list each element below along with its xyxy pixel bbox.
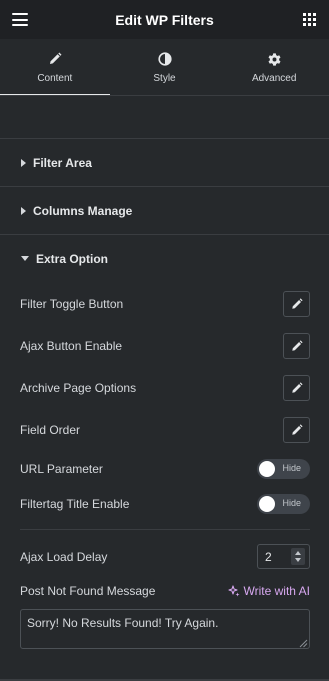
control-label: URL Parameter — [20, 462, 103, 476]
divider — [20, 529, 310, 530]
pencil-icon — [48, 51, 62, 67]
url-parameter-row: URL Parameter Hide — [20, 459, 310, 479]
caret-right-icon — [21, 206, 26, 215]
section-columns-manage[interactable]: Columns Manage — [0, 186, 329, 234]
ajax-button-enable-row: Ajax Button Enable — [20, 333, 310, 359]
edit-button[interactable] — [283, 375, 310, 401]
section-title: Columns Manage — [33, 203, 133, 218]
filtertag-title-toggle[interactable]: Hide — [257, 494, 310, 514]
panel-tabs: Content Style Advanced — [0, 39, 329, 96]
section-extra-option[interactable]: Extra Option — [0, 234, 329, 282]
pencil-icon — [291, 382, 303, 393]
control-label: Filter Toggle Button — [20, 297, 124, 311]
filter-toggle-button-row: Filter Toggle Button — [20, 291, 310, 317]
control-label: Ajax Load Delay — [20, 549, 108, 564]
apps-grid-icon[interactable] — [303, 13, 316, 26]
tab-advanced[interactable]: Advanced — [219, 39, 329, 96]
hamburger-menu-icon[interactable] — [12, 13, 28, 26]
post-not-found-row: Post Not Found Message Write with AI — [20, 584, 310, 598]
control-label: Filtertag Title Enable — [20, 497, 130, 511]
top-bar: Edit WP Filters — [0, 0, 329, 39]
toggle-knob — [259, 461, 275, 477]
tab-label: Style — [153, 73, 176, 84]
tab-label: Advanced — [251, 73, 297, 84]
ajax-load-delay-input[interactable]: 2 — [257, 544, 310, 569]
archive-page-options-row: Archive Page Options — [20, 375, 310, 401]
gear-icon — [267, 51, 282, 67]
post-not-found-message-textarea[interactable]: Sorry! No Results Found! Try Again. — [20, 609, 310, 649]
edit-button[interactable] — [283, 291, 310, 317]
pencil-icon — [291, 340, 303, 351]
ajax-load-delay-row: Ajax Load Delay 2 — [20, 544, 310, 569]
chevron-up-icon — [295, 551, 301, 555]
pencil-icon — [291, 298, 303, 309]
control-label: Ajax Button Enable — [20, 339, 123, 353]
toggle-knob — [259, 496, 275, 512]
toggle-state-label: Hide — [282, 463, 301, 473]
number-value: 2 — [265, 549, 272, 564]
caret-down-icon — [21, 256, 29, 261]
filtertag-title-enable-row: Filtertag Title Enable Hide — [20, 494, 310, 514]
caret-right-icon — [21, 158, 26, 167]
panel-title: Edit WP Filters — [115, 11, 214, 28]
pencil-icon — [291, 424, 303, 435]
half-circle-icon — [157, 51, 172, 67]
control-label: Post Not Found Message — [20, 584, 156, 598]
section-title: Extra Option — [36, 251, 109, 266]
tab-label: Content — [37, 73, 73, 84]
section-filter-area[interactable]: Filter Area — [0, 138, 329, 186]
control-label: Field Order — [20, 423, 81, 437]
edit-button[interactable] — [283, 333, 310, 359]
sparkle-icon — [227, 585, 240, 597]
toggle-state-label: Hide — [282, 498, 301, 508]
write-with-ai-button[interactable]: Write with AI — [227, 584, 310, 598]
edit-button[interactable] — [283, 417, 310, 443]
section-title: Filter Area — [33, 155, 92, 170]
field-order-row: Field Order — [20, 417, 310, 443]
url-parameter-toggle[interactable]: Hide — [257, 459, 310, 479]
number-spinner[interactable] — [291, 548, 305, 565]
tab-content[interactable]: Content — [0, 39, 110, 96]
ai-link-label: Write with AI — [243, 584, 310, 598]
chevron-down-icon — [295, 558, 301, 562]
tabs-spacer — [0, 96, 329, 138]
control-label: Archive Page Options — [20, 381, 137, 395]
tab-style[interactable]: Style — [110, 39, 220, 96]
